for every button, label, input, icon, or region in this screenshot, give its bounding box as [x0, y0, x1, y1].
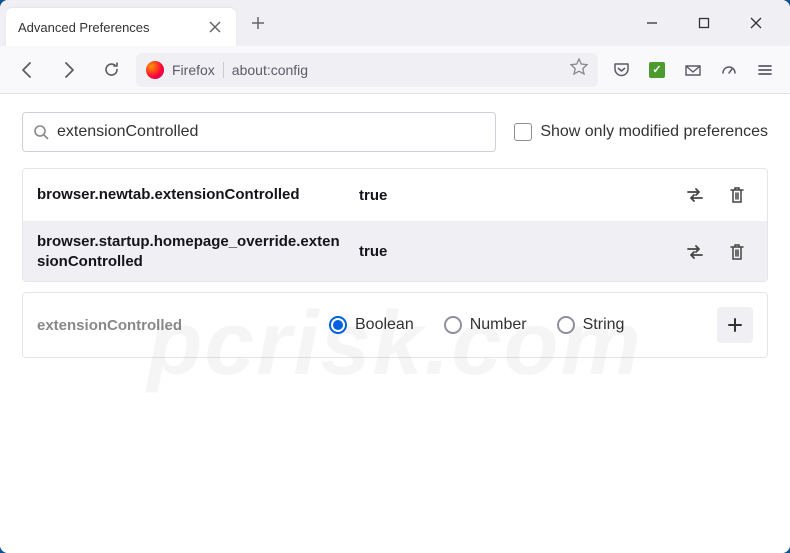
extension-icon[interactable]: ✓: [642, 55, 672, 85]
close-window-button[interactable]: [734, 7, 778, 39]
firefox-logo-icon: [146, 61, 164, 79]
page-content: pcrisk.com Show only modified preference…: [0, 94, 790, 553]
dashboard-icon[interactable]: [714, 55, 744, 85]
pref-search-input[interactable]: [57, 123, 485, 141]
radio-boolean[interactable]: Boolean: [329, 316, 414, 334]
inbox-icon[interactable]: [678, 55, 708, 85]
close-tab-icon[interactable]: [206, 18, 224, 36]
tab-bar: Advanced Preferences: [0, 0, 790, 46]
url-bar[interactable]: Firefox: [136, 53, 598, 87]
radio-icon: [557, 316, 575, 334]
nav-toolbar: Firefox ✓: [0, 46, 790, 94]
radio-string[interactable]: String: [557, 316, 625, 334]
checkbox-icon: [514, 123, 532, 141]
search-icon: [33, 124, 49, 140]
pref-value: true: [359, 243, 667, 260]
minimize-button[interactable]: [630, 7, 674, 39]
radio-label: Number: [470, 316, 527, 334]
delete-button[interactable]: [721, 179, 753, 211]
browser-tab[interactable]: Advanced Preferences: [6, 8, 236, 46]
radio-number[interactable]: Number: [444, 316, 527, 334]
forward-button[interactable]: [52, 53, 86, 87]
add-button[interactable]: [717, 307, 753, 343]
tab-title: Advanced Preferences: [18, 20, 206, 35]
radio-icon: [444, 316, 462, 334]
type-radio-group: Boolean Number String: [329, 316, 705, 334]
toggle-button[interactable]: [679, 179, 711, 211]
maximize-button[interactable]: [682, 7, 726, 39]
window-controls: [630, 7, 790, 39]
identity-label: Firefox: [172, 62, 224, 78]
url-input[interactable]: [232, 62, 562, 78]
pref-name: browser.startup.homepage_override.extens…: [37, 232, 347, 271]
preference-row: browser.startup.homepage_override.extens…: [23, 222, 767, 281]
add-preference-row: extensionControlled Boolean Number Strin…: [22, 292, 768, 358]
add-pref-name: extensionControlled: [37, 317, 317, 334]
bookmark-star-icon[interactable]: [570, 58, 588, 81]
show-modified-label: Show only modified preferences: [540, 123, 768, 141]
app-menu-icon[interactable]: [750, 55, 780, 85]
radio-label: String: [583, 316, 625, 334]
preference-list: browser.newtab.extensionControlled true …: [22, 168, 768, 282]
back-button[interactable]: [10, 53, 44, 87]
pocket-icon[interactable]: [606, 55, 636, 85]
toggle-button[interactable]: [679, 236, 711, 268]
pref-name: browser.newtab.extensionControlled: [37, 185, 347, 205]
pref-value: true: [359, 187, 667, 204]
reload-button[interactable]: [94, 53, 128, 87]
delete-button[interactable]: [721, 236, 753, 268]
preference-row: browser.newtab.extensionControlled true: [23, 169, 767, 222]
browser-window: Advanced Preferences: [0, 0, 790, 553]
new-tab-button[interactable]: [242, 7, 274, 39]
radio-label: Boolean: [355, 316, 414, 334]
show-modified-checkbox[interactable]: Show only modified preferences: [514, 123, 768, 141]
radio-icon: [329, 316, 347, 334]
pref-search-box[interactable]: [22, 112, 496, 152]
